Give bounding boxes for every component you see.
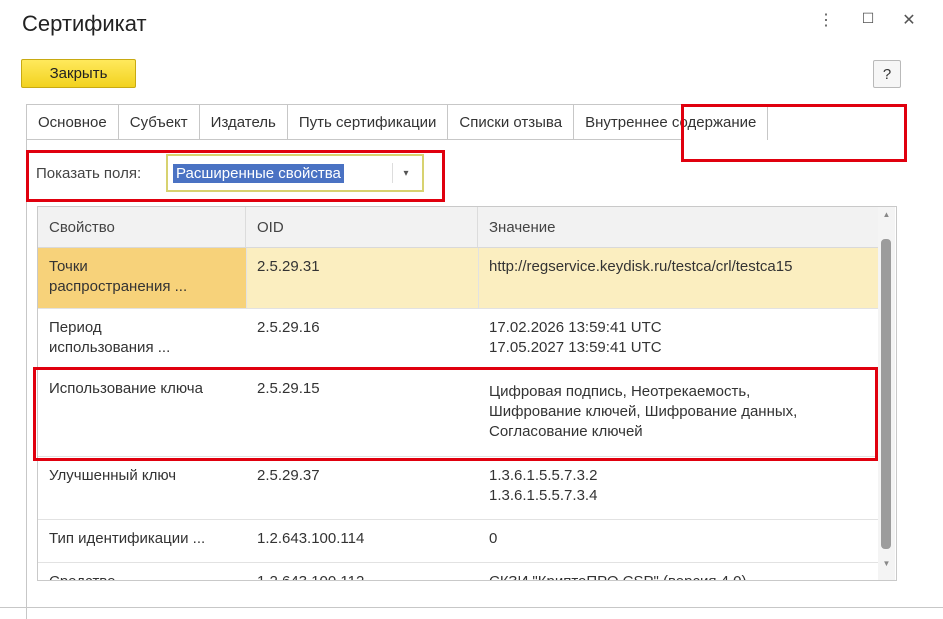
tab-bar: Основное Субъект Издатель Путь сертифика… — [26, 104, 769, 140]
table-row[interactable]: Тип идентификации ... 1.2.643.100.114 0 — [38, 520, 878, 563]
column-header-oid[interactable]: OID — [246, 207, 478, 247]
cell-oid: 1.2.643.100.112 — [246, 563, 478, 580]
cell-property: Точки распространения ... — [38, 248, 246, 308]
cell-property: Использование ключа — [49, 380, 203, 397]
cell-oid: 2.5.29.31 — [257, 258, 320, 275]
cell-property: Период использования ... — [49, 319, 171, 356]
more-menu-icon[interactable]: ⋮ — [815, 10, 837, 30]
cell-value: 1.3.6.1.5.5.7.3.2 1.3.6.1.5.5.7.3.4 — [489, 467, 598, 504]
window-title: Сертификат — [22, 11, 147, 36]
scrollbar-thumb[interactable] — [881, 239, 891, 549]
table-row[interactable]: Точки распространения ... 2.5.29.31 http… — [38, 248, 878, 309]
certificate-window: Сертификат ⋮ ☐ ✕ Закрыть ? Основное Субъ… — [0, 0, 943, 619]
chevron-down-icon[interactable]: ▾ — [392, 163, 419, 183]
tab-subject[interactable]: Субъект — [118, 104, 200, 140]
close-icon[interactable]: ✕ — [898, 10, 920, 30]
properties-table: Свойство OID Значение Точки распростране… — [37, 206, 897, 581]
cell-value: 17.02.2026 13:59:41 UTC 17.05.2027 13:59… — [489, 319, 662, 356]
column-divider — [478, 248, 479, 308]
tab-divider — [26, 139, 681, 140]
cell-value: http://regservice.keydisk.ru/testca/crl/… — [489, 258, 793, 275]
table-row[interactable]: Период использования ... 2.5.29.16 17.02… — [38, 309, 878, 370]
tab-internal-content[interactable]: Внутреннее содержание — [574, 104, 769, 140]
tab-revocation-lists[interactable]: Списки отзыва — [448, 104, 575, 140]
cell-oid: 1.2.643.100.114 — [257, 530, 365, 547]
cell-value: СКЗИ "КриптоПРО CSP" (версия 4.0) — [478, 563, 878, 580]
tab-general[interactable]: Основное — [26, 104, 119, 140]
fields-filter-value: Расширенные свойства — [173, 164, 344, 183]
fields-filter-select[interactable]: Расширенные свойства ▾ — [166, 154, 424, 192]
cell-value: Цифровая подпись, Неотрекаемость, Шифров… — [489, 383, 798, 440]
fields-filter-label: Показать поля: — [36, 165, 142, 182]
table-row[interactable]: Улучшенный ключ 2.5.29.37 1.3.6.1.5.5.7.… — [38, 457, 878, 520]
help-button[interactable]: ? — [873, 60, 901, 88]
tab-certification-path[interactable]: Путь сертификации — [287, 104, 449, 140]
close-button[interactable]: Закрыть — [21, 59, 136, 88]
scroll-down-icon[interactable]: ▼ — [878, 559, 895, 568]
cell-property: Средство ... — [38, 563, 246, 580]
window-bottom-border — [0, 607, 943, 608]
cell-property: Тип идентификации ... — [49, 530, 206, 547]
tab-issuer[interactable]: Издатель — [199, 104, 288, 140]
vertical-scrollbar[interactable]: ▲ ▼ — [878, 207, 895, 580]
cell-value: 0 — [489, 530, 498, 547]
maximize-icon[interactable]: ☐ — [857, 10, 879, 27]
cell-property: Улучшенный ключ — [49, 467, 177, 484]
cell-oid: 2.5.29.37 — [257, 467, 320, 484]
table-header: Свойство OID Значение — [38, 207, 878, 248]
table-row[interactable]: Использование ключа 2.5.29.15 Цифровая п… — [38, 370, 878, 457]
cell-oid: 2.5.29.16 — [257, 319, 320, 336]
cell-oid: 2.5.29.15 — [257, 380, 320, 397]
column-divider — [246, 248, 247, 308]
scroll-up-icon[interactable]: ▲ — [878, 210, 895, 219]
table-row[interactable]: Средство ... 1.2.643.100.112 СКЗИ "Крипт… — [38, 563, 878, 580]
column-header-value[interactable]: Значение — [478, 207, 878, 247]
column-header-property[interactable]: Свойство — [38, 207, 246, 247]
